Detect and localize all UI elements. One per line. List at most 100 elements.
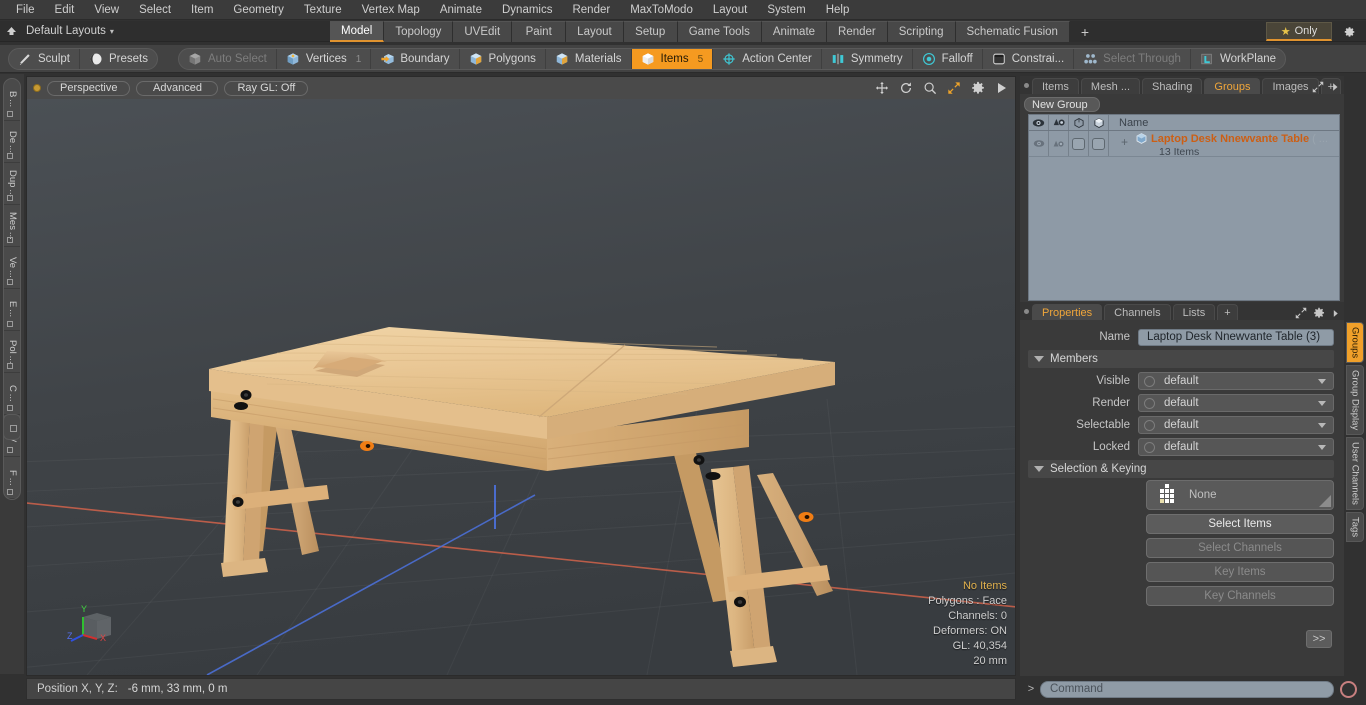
viewport-indicator-dot[interactable] [33, 84, 41, 92]
menu-item-select[interactable]: Select [129, 0, 181, 20]
row-eye-icon[interactable] [1029, 131, 1049, 156]
move-icon[interactable] [874, 80, 889, 95]
tab-mesh[interactable]: Mesh ... [1080, 78, 1141, 94]
menu-item-animate[interactable]: Animate [430, 0, 492, 20]
tab-properties[interactable]: Properties [1032, 304, 1103, 320]
members-section-header[interactable]: Members [1028, 350, 1334, 368]
eye-icon[interactable] [1029, 115, 1049, 130]
left-tab-polygon[interactable]: Pol ... [4, 331, 20, 373]
add-properties-tab-button[interactable]: + [1217, 304, 1238, 320]
visible-dropdown[interactable]: default [1138, 372, 1334, 390]
groups-list-empty-area[interactable] [1029, 157, 1339, 300]
chevron-right-icon[interactable] [1331, 309, 1340, 318]
tab-lists[interactable]: Lists [1172, 304, 1216, 320]
new-group-button[interactable]: New Group [1024, 97, 1100, 112]
tab-model[interactable]: Model [330, 21, 385, 42]
selectable-dropdown[interactable]: default [1138, 416, 1334, 434]
expand-toggle[interactable]: + [1121, 135, 1128, 149]
left-tab-vertex[interactable]: Ve ... [4, 247, 20, 289]
tab-animate[interactable]: Animate [761, 21, 828, 42]
properties-menu-icon[interactable] [1020, 302, 1032, 320]
only-toggle-button[interactable]: ★ Only [1266, 22, 1332, 41]
tab-setup[interactable]: Setup [623, 21, 678, 42]
tab-game-tools[interactable]: Game Tools [677, 21, 762, 42]
shaded-cube-icon[interactable] [1089, 115, 1109, 130]
viewport-mode-button[interactable]: Perspective [47, 80, 131, 96]
menu-item-texture[interactable]: Texture [294, 0, 352, 20]
materials-button[interactable]: Materials [546, 49, 632, 69]
menu-item-view[interactable]: View [84, 0, 129, 20]
key-items-button[interactable]: Key Items [1146, 562, 1334, 582]
tab-items[interactable]: Items [1032, 78, 1079, 94]
play-icon[interactable] [994, 80, 1009, 95]
expand-icon[interactable] [1295, 307, 1307, 319]
boundary-button[interactable]: Boundary [371, 49, 460, 69]
circle-toggle-icon[interactable] [1144, 375, 1155, 387]
tab-topology[interactable]: Topology [384, 21, 454, 42]
gear-icon[interactable] [1313, 307, 1325, 319]
table-row[interactable]: + Laptop Desk Nnewvante Table ( ... 13 I… [1029, 131, 1339, 158]
select-through-button[interactable]: Select Through [1074, 49, 1191, 69]
outline-cube-icon[interactable] [1069, 115, 1089, 130]
left-tab-mesh[interactable]: Mes ... [4, 205, 20, 247]
menu-item-layout[interactable]: Layout [703, 0, 758, 20]
circle-toggle-icon[interactable] [1144, 419, 1155, 431]
left-tab-deform[interactable]: De ... [4, 121, 20, 163]
left-tab-curve[interactable]: C ... [4, 373, 20, 415]
selection-keying-section-header[interactable]: Selection & Keying [1028, 460, 1334, 478]
chevron-right-icon[interactable] [1330, 82, 1340, 92]
menu-item-geometry[interactable]: Geometry [223, 0, 294, 20]
layout-preset-label[interactable]: Default Layouts [22, 25, 106, 37]
menu-item-render[interactable]: Render [562, 0, 620, 20]
add-tab-button[interactable]: + [1069, 21, 1101, 42]
sculpt-button[interactable]: Sculpt [9, 49, 80, 69]
viewport-quality-button[interactable]: Advanced [136, 80, 219, 96]
tab-groups[interactable]: Groups [1204, 78, 1261, 94]
groups-list[interactable]: Name + Laptop Desk Nnewvante Table (...… [1028, 114, 1340, 301]
panel-menu-icon[interactable] [1020, 76, 1032, 94]
vtab-group-display[interactable]: Group Display [1346, 365, 1364, 436]
left-tab-fusion[interactable]: F ... [4, 457, 20, 499]
left-tab-duplicate[interactable]: Dup ... [4, 163, 20, 205]
left-tab-basic[interactable]: B ... [4, 79, 20, 121]
items-button[interactable]: Items 5 [631, 49, 714, 69]
left-tab-edge[interactable]: E ... [4, 289, 20, 331]
row-outline-checkbox[interactable] [1069, 131, 1089, 156]
workplane-button[interactable]: WorkPlane [1191, 49, 1285, 69]
vtab-tags[interactable]: Tags [1346, 512, 1364, 543]
viewport-raygl-button[interactable]: Ray GL: Off [224, 80, 309, 96]
circle-toggle-icon[interactable] [1144, 397, 1155, 409]
name-input[interactable]: Laptop Desk Nnewvante Table (3) [1138, 328, 1334, 346]
command-input[interactable]: Command [1040, 680, 1334, 698]
keyset-selector[interactable]: None [1146, 480, 1334, 510]
locked-dropdown[interactable]: default [1138, 438, 1334, 456]
auto-select-button[interactable]: Auto Select [179, 49, 277, 69]
tab-layout[interactable]: Layout [566, 21, 624, 42]
fit-icon[interactable] [946, 80, 961, 95]
menu-item-item[interactable]: Item [181, 0, 223, 20]
select-channels-button[interactable]: Select Channels [1146, 538, 1334, 558]
symmetry-button[interactable]: Symmetry [822, 49, 913, 69]
tab-scripting[interactable]: Scripting [887, 21, 956, 42]
rotate-icon[interactable] [898, 80, 913, 95]
tab-schematic-fusion[interactable]: Schematic Fusion [955, 21, 1070, 42]
presets-button[interactable]: Presets [80, 49, 157, 69]
gear-icon[interactable] [970, 80, 985, 95]
gear-icon[interactable] [1340, 23, 1358, 41]
chevron-down-icon[interactable]: ▾ [110, 27, 114, 36]
tab-shading[interactable]: Shading [1142, 78, 1203, 94]
expand-icon[interactable] [1312, 81, 1324, 93]
tab-render[interactable]: Render [827, 21, 888, 42]
menu-item-help[interactable]: Help [816, 0, 860, 20]
polygons-button[interactable]: Polygons [460, 49, 546, 69]
render-dropdown[interactable]: default [1138, 394, 1334, 412]
circle-toggle-icon[interactable] [1144, 441, 1155, 453]
menu-item-system[interactable]: System [757, 0, 815, 20]
left-tool-options-box[interactable] [3, 414, 21, 440]
tab-channels[interactable]: Channels [1104, 304, 1171, 320]
menu-item-edit[interactable]: Edit [45, 0, 85, 20]
tab-images[interactable]: Images [1262, 78, 1319, 94]
vertices-button[interactable]: Vertices 1 [277, 49, 372, 69]
action-center-button[interactable]: Action Center [713, 49, 822, 69]
record-circle-icon[interactable] [1340, 680, 1357, 698]
